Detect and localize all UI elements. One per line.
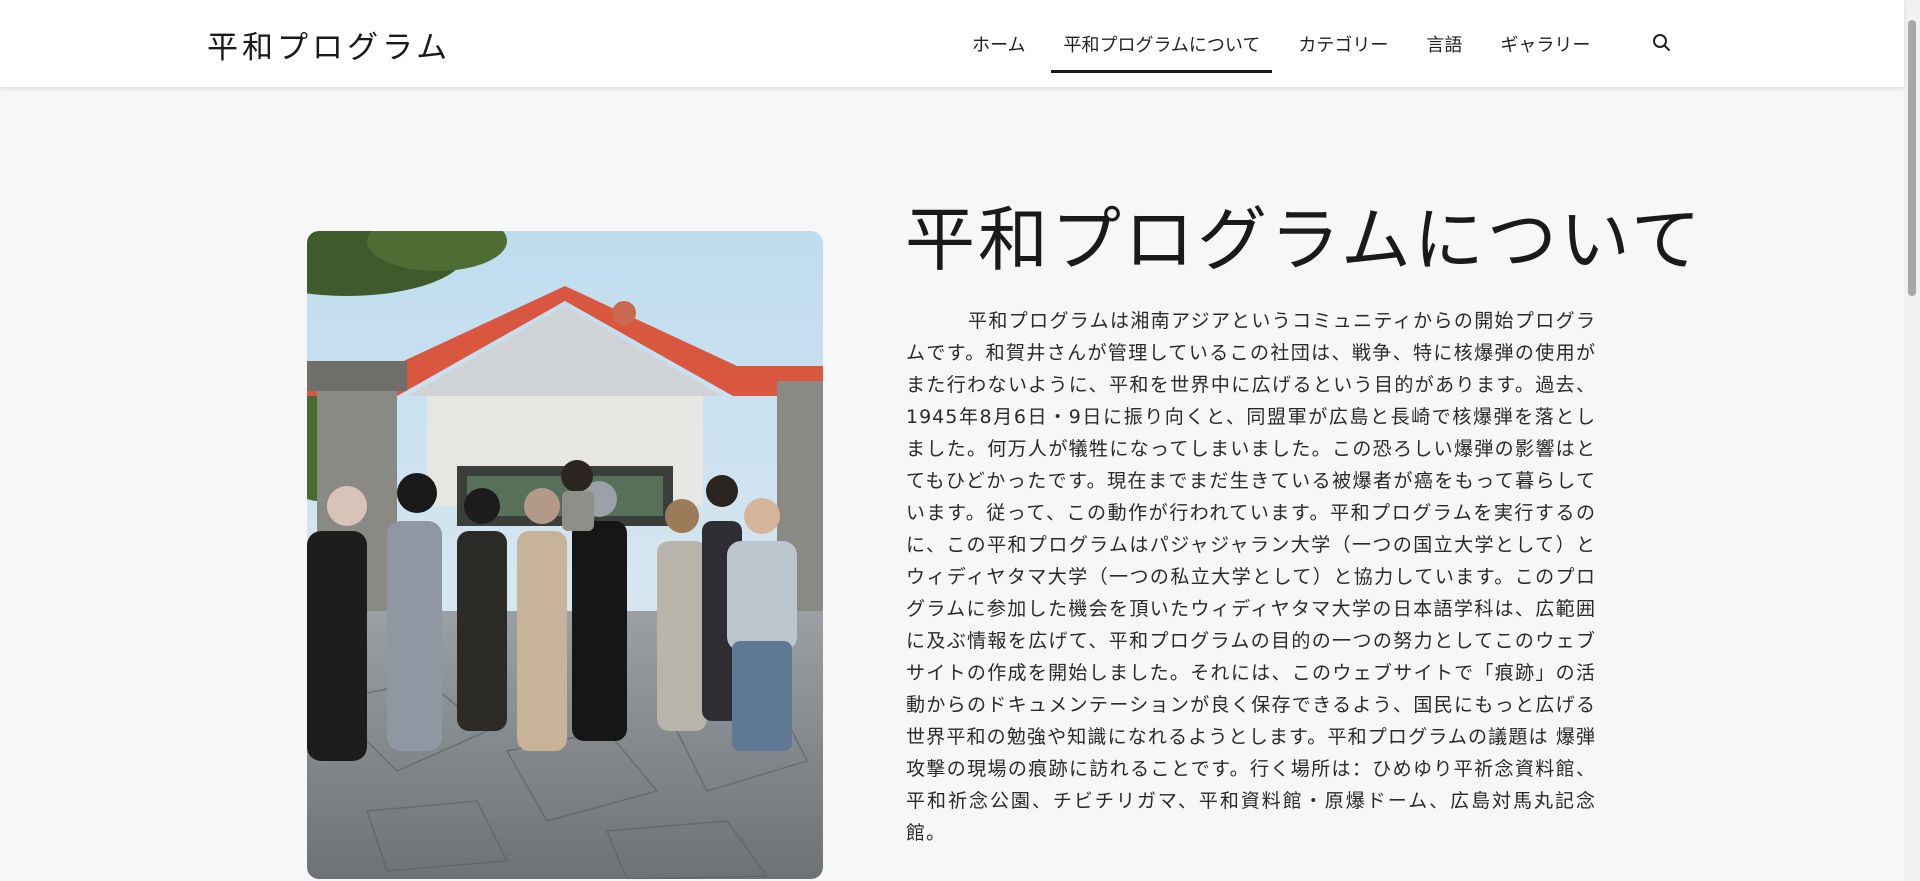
site-title[interactable]: 平和プログラム (207, 22, 451, 67)
about-paragraph: 平和プログラムは湘南アジアというコミュニティからの開始プログラムです。和賀井さん… (906, 310, 1596, 844)
page-scrollbar[interactable] (1904, 0, 1920, 881)
scrollbar-thumb[interactable] (1908, 20, 1916, 296)
group-photo (307, 231, 823, 879)
search-icon[interactable] (1650, 31, 1674, 55)
main-nav: ホーム 平和プログラムについて カテゴリー 言語 ギャラリー (960, 0, 1616, 87)
nav-item-category[interactable]: カテゴリー (1286, 0, 1400, 87)
nav-item-home[interactable]: ホーム (960, 0, 1037, 87)
nav-item-gallery[interactable]: ギャラリー (1488, 0, 1602, 87)
site-header: 平和プログラム ホーム 平和プログラムについて カテゴリー 言語 ギャラリー (0, 0, 1904, 87)
nav-item-language[interactable]: 言語 (1414, 0, 1474, 87)
page-heading: 平和プログラムについて (905, 199, 1704, 281)
nav-item-about[interactable]: 平和プログラムについて (1051, 0, 1273, 87)
